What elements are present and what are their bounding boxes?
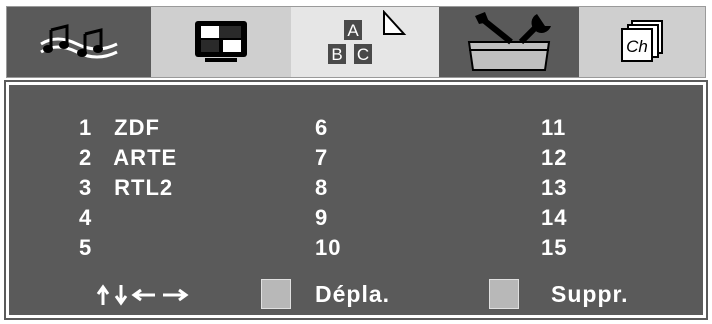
svg-text:B: B xyxy=(331,45,342,64)
channel-row[interactable]: 11 xyxy=(541,113,569,143)
channel-number: 9 xyxy=(315,205,329,230)
svg-text:A: A xyxy=(347,21,359,40)
channel-row[interactable]: 7 xyxy=(315,143,343,173)
channel-row[interactable]: 12 xyxy=(541,143,569,173)
channel-number: 1 xyxy=(79,115,93,140)
channel-number: 8 xyxy=(315,175,329,200)
picture-tv-icon xyxy=(191,18,251,66)
channel-row[interactable]: 3 RTL2 xyxy=(79,173,177,203)
channel-row[interactable]: 6 xyxy=(315,113,343,143)
move-key-button[interactable] xyxy=(261,279,291,309)
channel-row[interactable]: 14 xyxy=(541,203,569,233)
channel-number: 6 xyxy=(315,115,329,140)
svg-text:Ch: Ch xyxy=(626,37,648,56)
channel-pages-icon: Ch xyxy=(618,19,666,65)
channel-row[interactable]: 15 xyxy=(541,233,569,263)
channel-number: 11 xyxy=(541,115,567,140)
channel-column-2: 6 7 8 9 10 xyxy=(315,113,343,263)
footer-controls: Dépla. Suppr. xyxy=(11,275,701,315)
channel-number: 14 xyxy=(541,205,568,230)
channel-row[interactable]: 13 xyxy=(541,173,569,203)
channel-number: 15 xyxy=(541,235,568,260)
channel-row[interactable]: 5 xyxy=(79,233,177,263)
tab-sound[interactable] xyxy=(7,7,151,77)
menu-bar: A B C Ch xyxy=(6,6,706,78)
tools-box-icon xyxy=(459,12,559,72)
channel-number: 3 xyxy=(79,175,93,200)
channel-row[interactable]: 9 xyxy=(315,203,343,233)
channel-name: ARTE xyxy=(113,145,178,170)
svg-text:C: C xyxy=(357,45,369,64)
channel-number: 7 xyxy=(315,145,329,170)
delete-key-button[interactable] xyxy=(489,279,519,309)
channel-column-1: 1 ZDF 2 ARTE 3 RTL2 4 5 xyxy=(79,113,177,263)
channel-row[interactable]: 1 ZDF xyxy=(79,113,177,143)
tab-picture[interactable] xyxy=(151,7,291,77)
channel-row[interactable]: 10 xyxy=(315,233,343,263)
tab-installation-names[interactable]: A B C xyxy=(291,7,439,77)
channel-row[interactable]: 8 xyxy=(315,173,343,203)
channel-list-panel: 1 ZDF 2 ARTE 3 RTL2 4 5 6 7 8 9 10 11 12 13… xyxy=(4,80,708,320)
channel-row[interactable]: 2 ARTE xyxy=(79,143,177,173)
channel-number: 5 xyxy=(79,235,93,260)
channel-name: RTL2 xyxy=(114,175,174,200)
channel-number: 12 xyxy=(541,145,568,170)
abc-letters-icon: A B C xyxy=(310,10,420,74)
delete-label: Suppr. xyxy=(551,281,629,307)
move-label: Dépla. xyxy=(315,281,391,307)
channel-number: 4 xyxy=(79,205,93,230)
channel-number: 13 xyxy=(541,175,568,200)
music-notes-icon xyxy=(37,22,121,62)
channel-number: 2 xyxy=(79,145,93,170)
navigation-arrows-icon xyxy=(95,283,191,312)
tab-tools[interactable] xyxy=(439,7,579,77)
channel-column-3: 11 12 13 14 15 xyxy=(541,113,569,263)
channel-number: 10 xyxy=(315,235,342,260)
channel-row[interactable]: 4 xyxy=(79,203,177,233)
tab-channels[interactable]: Ch xyxy=(579,7,705,77)
channel-name: ZDF xyxy=(114,115,160,140)
